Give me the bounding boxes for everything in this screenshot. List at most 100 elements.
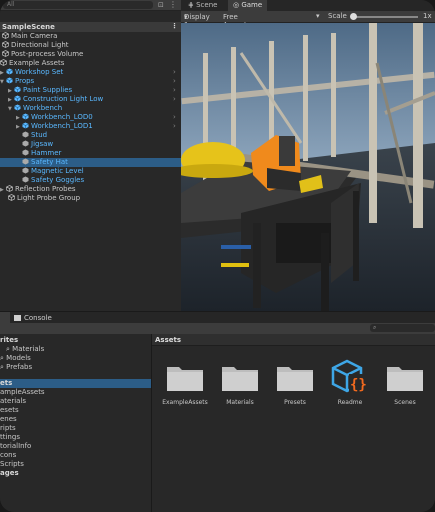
assets-breadcrumb[interactable]: Assets xyxy=(152,334,435,346)
scene-name: SampleScene xyxy=(2,23,55,31)
asset-tile-folder[interactable]: Presets xyxy=(268,356,322,416)
gameobject-icon xyxy=(2,41,9,48)
hierarchy-item-prefab[interactable]: Stud xyxy=(22,131,47,140)
prefab-icon xyxy=(6,68,13,75)
asset-tile-label: Presets xyxy=(284,399,306,406)
game-render-image xyxy=(181,23,435,311)
hierarchy-item[interactable]: Directional Light xyxy=(2,41,69,50)
chevron-right-icon[interactable]: › xyxy=(173,68,176,76)
hierarchy-item-label: Stud xyxy=(31,131,48,139)
hierarchy-item-label: Main Camera xyxy=(11,32,58,40)
lock-icon[interactable]: ⊡ xyxy=(158,1,164,9)
chevron-right-icon[interactable]: › xyxy=(173,77,176,85)
chevron-right-icon[interactable]: › xyxy=(173,113,176,121)
scene-menu-icon[interactable]: ⋮ xyxy=(171,22,178,30)
packages-header[interactable]: ages xyxy=(0,469,19,478)
project-search-input[interactable]: ⌕ xyxy=(370,324,435,332)
hierarchy-item-prefab[interactable]: ▶ Workshop Set xyxy=(0,68,63,77)
tree-item[interactable]: Scripts xyxy=(0,460,24,469)
kebab-menu-icon[interactable]: ⋮ xyxy=(169,0,177,9)
asset-tile-label: ExampleAssets xyxy=(162,399,208,406)
prefab-icon xyxy=(22,176,29,183)
scale-slider-track[interactable] xyxy=(352,16,418,18)
hierarchy-item-selected[interactable]: Safety Hat xyxy=(0,158,181,167)
scale-slider-handle[interactable] xyxy=(350,13,357,20)
tree-item[interactable]: ttings xyxy=(0,433,20,442)
hierarchy-item-label: Paint Supplies xyxy=(23,86,73,94)
gameobject-icon xyxy=(6,185,13,192)
tree-item-label: Models xyxy=(6,354,31,362)
prefab-icon xyxy=(22,149,29,156)
folder-icon xyxy=(167,367,203,391)
gameobject-icon xyxy=(8,194,15,201)
hierarchy-item-prefab[interactable]: ▶ Workbench_LOD1 xyxy=(16,122,93,131)
tree-item-label: Prefabs xyxy=(6,363,33,371)
unity-editor-window: All ⊡ ⋮ SampleScene ⋮ Main Camera Direct… xyxy=(0,0,435,512)
tab-scene[interactable]: ⋕ Scene xyxy=(183,0,222,11)
hierarchy-item-prefab[interactable]: ▶ Paint Supplies xyxy=(8,86,72,95)
scale-label: Scale xyxy=(328,12,347,20)
hierarchy-item-label: Light Probe Group xyxy=(17,194,81,202)
project-folder-tree: rites ⌕ Materials ⌕ Models ⌕ Prefabs ets… xyxy=(0,334,152,512)
tree-item-selected[interactable]: ets xyxy=(0,379,151,388)
hierarchy-item[interactable]: Example Assets xyxy=(0,59,64,68)
tree-item[interactable]: enes xyxy=(0,415,17,424)
hierarchy-item-label: Workbench xyxy=(23,104,63,112)
tab-game-label: Game xyxy=(241,1,263,9)
hierarchy-item-label: Workbench_LOD0 xyxy=(31,113,93,121)
hierarchy-item[interactable]: Main Camera xyxy=(2,32,57,41)
hierarchy-item-prefab[interactable]: Hammer xyxy=(22,149,61,158)
hierarchy-item-prefab[interactable]: ▶ Workbench_LOD0 xyxy=(16,113,93,122)
folder-icon xyxy=(277,367,313,391)
favorites-header[interactable]: rites xyxy=(0,336,18,345)
hierarchy-item[interactable]: Post-process Volume xyxy=(2,50,83,59)
asset-tile-folder[interactable]: Scenes xyxy=(378,356,432,416)
chevron-right-icon[interactable]: › xyxy=(173,95,176,103)
tree-item[interactable]: ⌕ Materials xyxy=(6,345,44,354)
chevron-down-icon[interactable]: ▾ xyxy=(316,12,320,20)
view-tab-bar: ⋕ Scene ◎ Game xyxy=(181,0,435,11)
asset-tile-folder[interactable]: ExampleAssets xyxy=(158,356,212,416)
hierarchy-item-label: Jigsaw xyxy=(31,140,54,148)
prefab-icon xyxy=(22,131,29,138)
hierarchy-item-label: Safety Goggles xyxy=(31,176,85,184)
hierarchy-panel: All ⊡ ⋮ SampleScene ⋮ Main Camera Direct… xyxy=(0,0,182,311)
hierarchy-item-prefab[interactable]: ▼ Props xyxy=(0,77,34,86)
chevron-down-icon: ▾ xyxy=(184,13,188,21)
hierarchy-item-label: Workbench_LOD1 xyxy=(31,122,93,130)
chevron-right-icon[interactable]: › xyxy=(173,122,176,130)
tree-item[interactable]: ampleAssets xyxy=(0,388,45,397)
tree-item[interactable]: ⌕ Prefabs xyxy=(0,363,32,372)
tree-item[interactable]: ⌕ Models xyxy=(0,354,31,363)
hierarchy-item[interactable]: Light Probe Group xyxy=(8,194,80,203)
hierarchy-item-prefab[interactable]: Magnetic Level xyxy=(22,167,84,176)
tab-game[interactable]: ◎ Game xyxy=(228,0,268,11)
prefab-icon xyxy=(14,95,21,102)
asset-tile-readme[interactable]: {} Readme xyxy=(323,356,377,416)
scene-root-row[interactable]: SampleScene ⋮ xyxy=(0,22,181,32)
tree-item[interactable]: torialInfo xyxy=(0,442,31,451)
hierarchy-item-prefab[interactable]: Safety Goggles xyxy=(22,176,84,185)
chevron-right-icon[interactable]: › xyxy=(173,86,176,94)
hierarchy-search-input[interactable]: All xyxy=(3,1,153,9)
prefab-icon xyxy=(14,104,21,111)
asset-tile-label: Materials xyxy=(226,399,254,406)
hierarchy-item-prefab[interactable]: ▶ Construction Light Low xyxy=(8,95,103,104)
tree-item[interactable]: aterials xyxy=(0,397,26,406)
prefab-icon xyxy=(22,113,29,120)
scale-value: 1x xyxy=(423,12,432,20)
gameobject-icon xyxy=(2,32,9,39)
tab-scene-label: Scene xyxy=(196,1,218,9)
tree-item[interactable]: ripts xyxy=(0,424,16,433)
hierarchy-item-label: Props xyxy=(15,77,35,85)
hierarchy-item[interactable]: ▶ Reflection Probes xyxy=(0,185,76,194)
game-viewport[interactable] xyxy=(181,23,435,311)
tab-console-label: Console xyxy=(24,314,52,322)
hierarchy-item-prefab[interactable]: ▼ Workbench xyxy=(8,104,62,113)
tree-item[interactable]: cons xyxy=(0,451,16,460)
prefab-icon xyxy=(22,122,29,129)
tree-item[interactable]: esets xyxy=(0,406,19,415)
asset-tile-label: Scenes xyxy=(394,399,416,406)
asset-tile-folder[interactable]: Materials xyxy=(213,356,267,416)
hierarchy-item-prefab[interactable]: Jigsaw xyxy=(22,140,53,149)
